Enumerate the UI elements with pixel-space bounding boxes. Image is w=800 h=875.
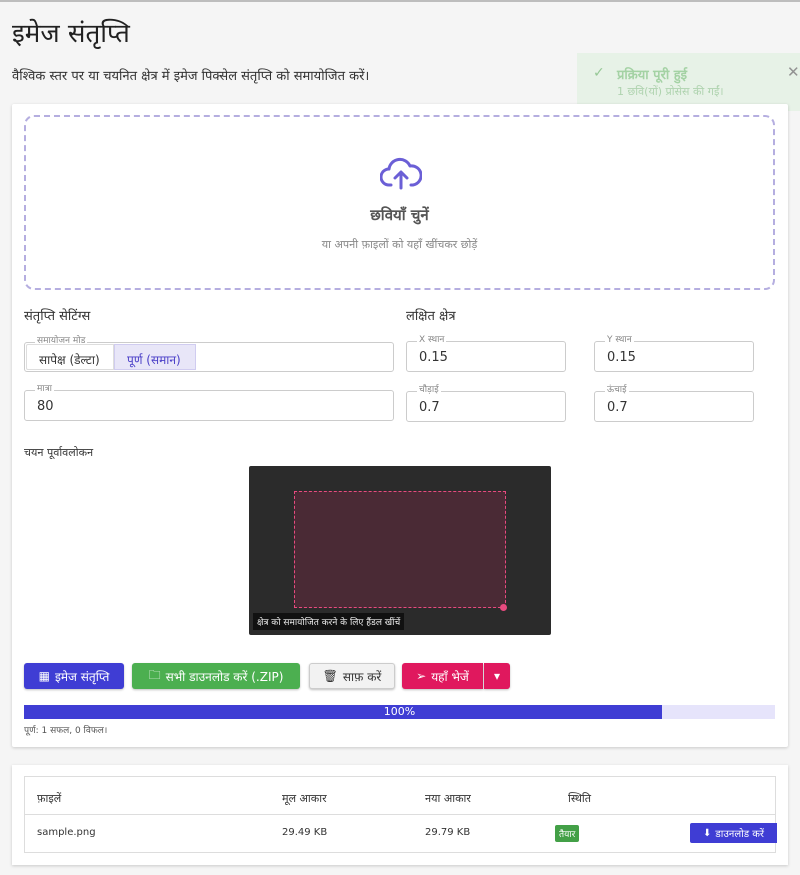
header-new-size: नया आकार — [425, 792, 471, 805]
page-subtitle: वैश्विक स्तर पर या चयनित क्षेत्र में इमे… — [12, 69, 370, 84]
files-card: फ़ाइलें मूल आकार नया आकार स्थिति sample.… — [12, 765, 788, 865]
height-label: ऊंचाई — [605, 385, 629, 396]
y-position-value: 0.15 — [607, 350, 636, 365]
x-position-label: X स्थान — [417, 335, 447, 346]
file-name: sample.png — [37, 827, 96, 838]
amount-label: मात्रा — [35, 384, 55, 395]
progress-bar: 100% — [24, 705, 775, 719]
resize-handle[interactable] — [500, 604, 507, 611]
width-label: चौड़ाई — [417, 385, 441, 396]
main-card: छवियाँ चुनें या अपनी फ़ाइलों को यहाँ खीं… — [12, 104, 788, 747]
files-table: फ़ाइलें मूल आकार नया आकार स्थिति sample.… — [24, 776, 777, 853]
cloud-upload-icon — [380, 157, 422, 190]
height-value: 0.7 — [607, 400, 628, 415]
send-menu-button[interactable]: ▾ — [484, 663, 510, 689]
status-badge: तैयार — [555, 825, 580, 842]
preview-hint: क्षेत्र को समायोजित करने के लिए हैंडल खी… — [253, 613, 405, 630]
x-position-field[interactable]: X स्थान 0.15 — [406, 335, 566, 372]
header-original-size: मूल आकार — [282, 792, 327, 805]
close-icon[interactable]: ✕ — [787, 63, 800, 81]
width-field[interactable]: चौड़ाई 0.7 — [406, 385, 566, 422]
send-icon: ➢ — [416, 669, 427, 683]
settings-title: संतृप्ति सेटिंग्स — [24, 309, 91, 324]
download-zip-label: सभी डाउनलोड करें (.ZIP) — [165, 669, 284, 684]
mode-selector: समायोजन मोड सापेक्ष (डेल्टा) पूर्ण (समान… — [24, 336, 394, 372]
toast-message: 1 छवि(यों) प्रोसेस की गईं। — [617, 85, 724, 98]
x-position-value: 0.15 — [419, 350, 448, 365]
progress-text: 100% — [383, 705, 416, 718]
header-files: फ़ाइलें — [37, 792, 62, 805]
mode-option-absolute[interactable]: पूर्ण (समान) — [114, 344, 196, 370]
original-size: 29.49 KB — [282, 827, 328, 838]
check-icon: ✓ — [593, 65, 605, 81]
selection-preview: क्षेत्र को समायोजित करने के लिए हैंडल खी… — [249, 466, 551, 635]
width-value: 0.7 — [419, 400, 440, 415]
download-icon: ⬇ — [702, 827, 712, 839]
y-position-label: Y स्थान — [605, 335, 634, 346]
page-title: इमेज संतृप्ति — [12, 19, 130, 49]
send-label: यहाँ भेजें — [431, 669, 469, 684]
dropzone-title: छवियाँ चुनें — [370, 206, 429, 224]
trash-icon: 🗑 — [322, 669, 338, 683]
clear-label: साफ़ करें — [342, 669, 382, 684]
clear-button[interactable]: 🗑 साफ़ करें — [309, 663, 395, 689]
y-position-field[interactable]: Y स्थान 0.15 — [594, 335, 754, 372]
send-button[interactable]: ➢ यहाँ भेजें — [402, 663, 483, 689]
header-divider — [25, 814, 775, 815]
download-button[interactable]: ⬇ डाउनलोड करें — [690, 823, 777, 843]
download-label: डाउनलोड करें — [715, 829, 765, 840]
new-size: 29.79 KB — [425, 827, 471, 838]
saturate-label: इमेज संतृप्ति — [54, 669, 110, 684]
saturate-button[interactable]: ▦ इमेज संतृप्ति — [24, 663, 124, 689]
grid-icon: ▦ — [38, 669, 50, 683]
header-status: स्थिति — [568, 792, 592, 805]
folder-icon: 🗀 — [148, 667, 161, 682]
dropzone-hint: या अपनी फ़ाइलों को यहाँ खींचकर छोड़ें — [321, 238, 478, 251]
region-title: लक्षित क्षेत्र — [406, 309, 456, 324]
mode-option-relative[interactable]: सापेक्ष (डेल्टा) — [26, 344, 114, 370]
preview-title: चयन पूर्वावलोकन — [24, 446, 94, 459]
download-zip-button[interactable]: 🗀 सभी डाउनलोड करें (.ZIP) — [132, 663, 300, 689]
amount-field[interactable]: मात्रा 80 — [24, 384, 394, 421]
progress-status: पूर्ण: 1 सफल, 0 विफल। — [24, 726, 108, 736]
caret-down-icon: ▾ — [493, 669, 501, 683]
image-dropzone[interactable]: छवियाँ चुनें या अपनी फ़ाइलों को यहाँ खीं… — [24, 115, 775, 290]
amount-value: 80 — [37, 399, 54, 414]
toast-title: प्रक्रिया पूरी हुई — [617, 68, 688, 83]
height-field[interactable]: ऊंचाई 0.7 — [594, 385, 754, 422]
success-toast: ✓ प्रक्रिया पूरी हुई 1 छवि(यों) प्रोसेस … — [577, 53, 800, 111]
selection-region[interactable] — [294, 491, 506, 608]
